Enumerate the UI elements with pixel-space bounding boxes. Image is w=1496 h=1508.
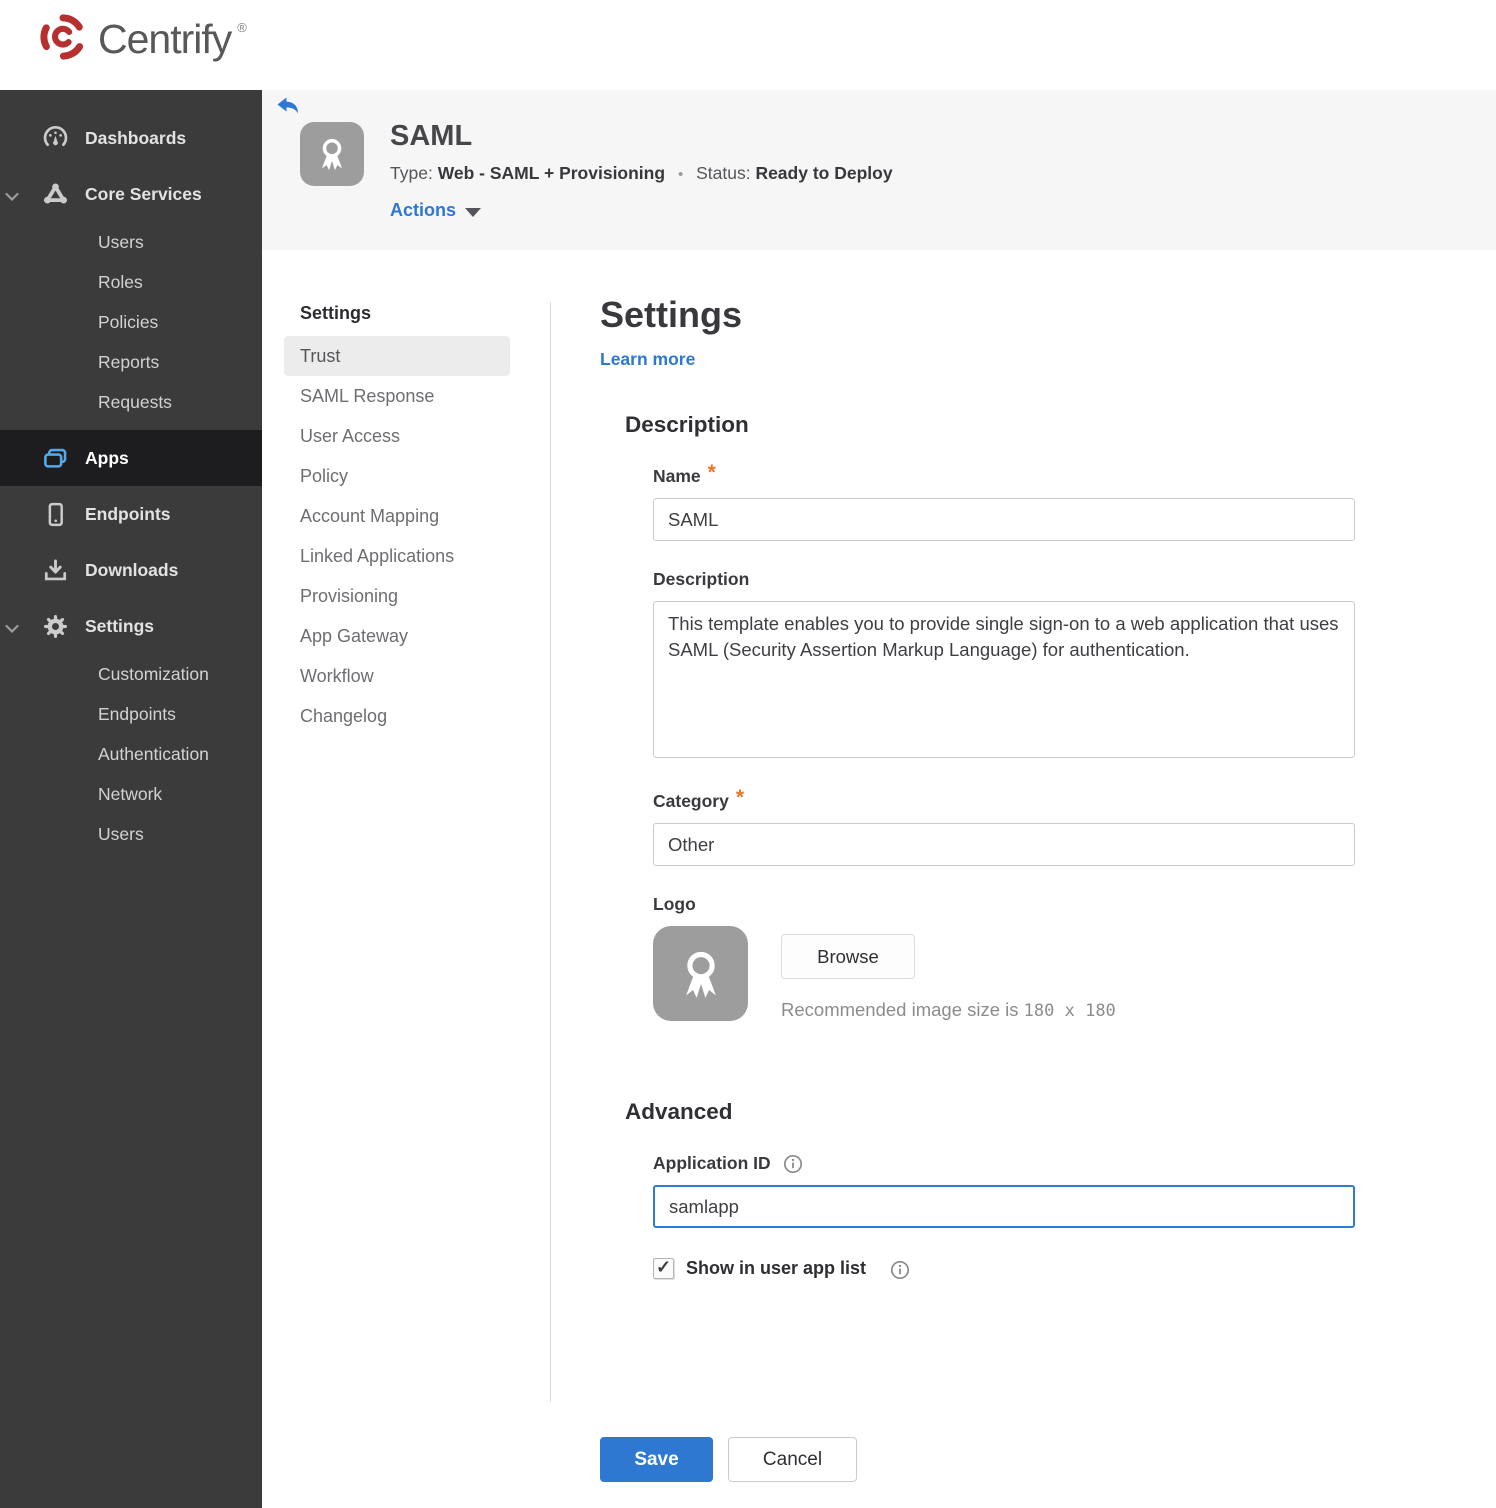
logo-field-group: Logo Browse Recommended image size is 18… [653,894,1355,1021]
description-textarea[interactable]: This template enables you to provide sin… [653,601,1355,758]
centrify-logo: Centrify ® [36,10,249,69]
description-section-heading: Description [625,412,749,437]
category-field-group: Category * [653,786,1355,866]
sidebar-item-reports[interactable]: Reports [0,342,262,382]
caret-down-icon [465,207,482,217]
app-logo-icon [300,122,364,186]
sidebar-item-settings[interactable]: Settings [0,598,262,654]
dashboards-icon [42,125,69,152]
browse-button[interactable]: Browse [781,934,915,979]
main-content: Settings Trust SAML Response User Access… [262,250,1496,1508]
vertical-divider [550,302,551,1402]
sidebar-item-downloads[interactable]: Downloads [0,542,262,598]
info-icon[interactable] [890,1260,910,1280]
required-asterisk: * [707,461,716,484]
subnav-item-linked-applications[interactable]: Linked Applications [284,536,510,576]
category-input[interactable] [653,823,1355,866]
sidebar-item-label: Dashboards [85,127,187,148]
subnav-item-policy[interactable]: Policy [284,456,510,496]
sidebar-item-label: Downloads [85,559,179,580]
application-id-label: Application ID [653,1153,1355,1174]
subnav-item-provisioning[interactable]: Provisioning [284,576,510,616]
actions-menu-button[interactable]: Actions [390,200,482,221]
show-in-user-app-list-label: Show in user app list [686,1258,867,1278]
subnav-header: Settings [300,303,372,323]
name-field-group: Name * [653,461,1355,541]
sidebar-item-label: Core Services [85,183,202,204]
subnav-item-trust[interactable]: Trust [284,336,510,376]
cancel-button[interactable]: Cancel [728,1437,857,1482]
save-button[interactable]: Save [600,1437,713,1482]
name-label: Name * [653,461,716,486]
chevron-down-icon[interactable] [5,621,19,634]
subnav-item-account-mapping[interactable]: Account Mapping [284,496,510,536]
sidebar-item-authentication[interactable]: Authentication [0,734,262,774]
brand-name: Centrify [98,16,232,62]
sidebar-item-requests[interactable]: Requests [0,382,262,422]
show-in-user-app-list-checkbox[interactable] [653,1257,674,1279]
info-icon[interactable] [783,1154,803,1174]
description-label: Description [653,569,750,589]
app-header: SAML Type: Web - SAML + Provisioning • S… [262,90,1496,250]
advanced-section-heading: Advanced [625,1099,733,1124]
subnav-item-saml-response[interactable]: SAML Response [284,376,510,416]
show-in-user-app-list-group: Show in user app list [653,1257,1355,1280]
status-label: Status: [696,163,751,183]
sidebar-item-settings-endpoints[interactable]: Endpoints [0,694,262,734]
actions-label: Actions [390,200,457,220]
apps-icon [42,445,69,472]
application-id-input[interactable] [653,1185,1355,1228]
form-footer: Save Cancel [600,1437,1360,1482]
subnav-item-app-gateway[interactable]: App Gateway [284,616,510,656]
name-input[interactable] [653,498,1355,541]
separator-dot: • [677,166,684,183]
app-type-status-line: Type: Web - SAML + Provisioning • Status… [390,163,893,184]
settings-form: Settings Learn more Description Name * D… [600,294,1360,1482]
category-label: Category * [653,786,745,811]
type-label: Type: [390,163,433,183]
logo-label: Logo [653,894,696,914]
sidebar-item-policies[interactable]: Policies [0,302,262,342]
type-value: Web - SAML + Provisioning [437,163,666,183]
logo-size-hint: Recommended image size is 180 x 180 [781,999,1116,1021]
centrify-swirl-icon [36,10,90,69]
page-title: Settings [600,294,743,335]
registered-mark: ® [237,20,247,35]
required-asterisk: * [735,786,745,809]
sidebar: Dashboards Core Services Users Roles Pol… [0,90,262,1508]
sidebar-item-label: Apps [85,447,129,468]
status-value: Ready to Deploy [755,163,893,183]
sidebar-item-endpoints[interactable]: Endpoints [0,486,262,542]
description-field-group: Description This template enables you to… [653,569,1355,763]
subnav-item-changelog[interactable]: Changelog [284,696,510,736]
endpoints-icon [42,501,69,528]
sidebar-item-apps[interactable]: Apps [0,430,262,486]
sidebar-item-settings-users[interactable]: Users [0,814,262,854]
subnav-item-user-access[interactable]: User Access [284,416,510,456]
settings-subnav: Settings Trust SAML Response User Access… [284,294,510,736]
sidebar-item-core-services[interactable]: Core Services [0,166,262,222]
downloads-icon [42,557,69,584]
top-bar: Centrify ® [0,0,1496,90]
sidebar-item-customization[interactable]: Customization [0,654,262,694]
logo-preview-icon [653,926,748,1021]
settings-icon [42,613,69,640]
sidebar-item-dashboards[interactable]: Dashboards [0,110,262,166]
sidebar-item-network[interactable]: Network [0,774,262,814]
sidebar-item-label: Settings [85,615,155,636]
chevron-down-icon[interactable] [5,189,19,202]
learn-more-link[interactable]: Learn more [600,349,695,370]
application-id-field-group: Application ID [653,1153,1355,1228]
subnav-item-workflow[interactable]: Workflow [284,656,510,696]
app-title: SAML [390,120,473,152]
sidebar-item-label: Endpoints [85,503,171,524]
sidebar-item-roles[interactable]: Roles [0,262,262,302]
back-button[interactable] [275,96,301,118]
core-services-icon [42,181,69,208]
sidebar-item-users[interactable]: Users [0,222,262,262]
